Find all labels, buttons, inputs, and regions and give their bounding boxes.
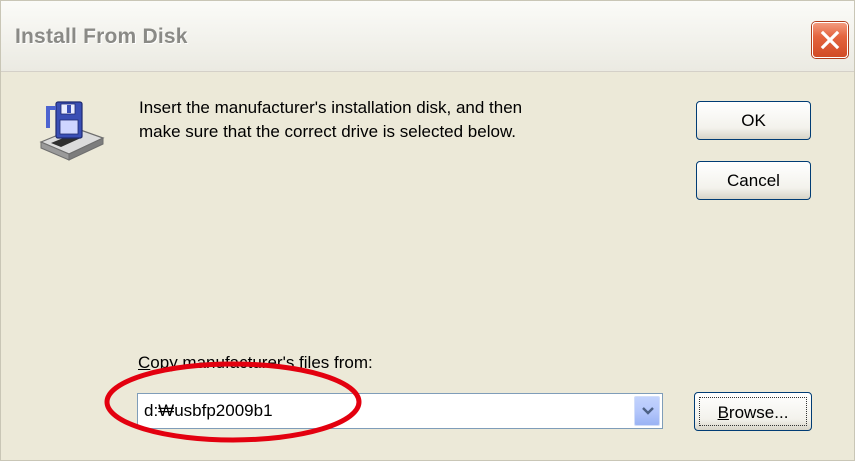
- copy-from-label: Copy manufacturer's files from:: [138, 353, 373, 373]
- floppy-disk-drive-icon: [39, 101, 105, 161]
- instructions-text: Insert the manufacturer's installation d…: [139, 96, 659, 144]
- chevron-down-icon: [642, 407, 654, 415]
- instruction-line: Insert the manufacturer's installation d…: [139, 98, 523, 117]
- copy-from-label-text: opy manufacturer's files from:: [150, 353, 373, 372]
- browse-button-focus-rect: Browse...: [699, 397, 807, 426]
- close-x-icon: [820, 30, 840, 50]
- copy-from-label-accelerator: C: [138, 353, 151, 372]
- install-from-disk-dialog: Install From Disk Insert the manufacture…: [0, 0, 855, 461]
- dropdown-button[interactable]: [634, 396, 660, 426]
- browse-label-text: rowse...: [728, 403, 789, 422]
- copy-from-combobox[interactable]: d:₩usbfp2009b1: [137, 393, 663, 429]
- cancel-button[interactable]: Cancel: [696, 161, 811, 200]
- copy-from-value[interactable]: d:₩usbfp2009b1: [144, 401, 273, 421]
- title-bar[interactable]: Install From Disk: [1, 1, 854, 72]
- browse-button[interactable]: Browse...: [694, 392, 812, 431]
- ok-button[interactable]: OK: [696, 101, 811, 140]
- instruction-line: make sure that the correct drive is sele…: [139, 122, 517, 141]
- close-button[interactable]: [812, 22, 848, 58]
- browse-label-accelerator: B: [717, 403, 729, 422]
- dialog-title: Install From Disk: [15, 25, 188, 48]
